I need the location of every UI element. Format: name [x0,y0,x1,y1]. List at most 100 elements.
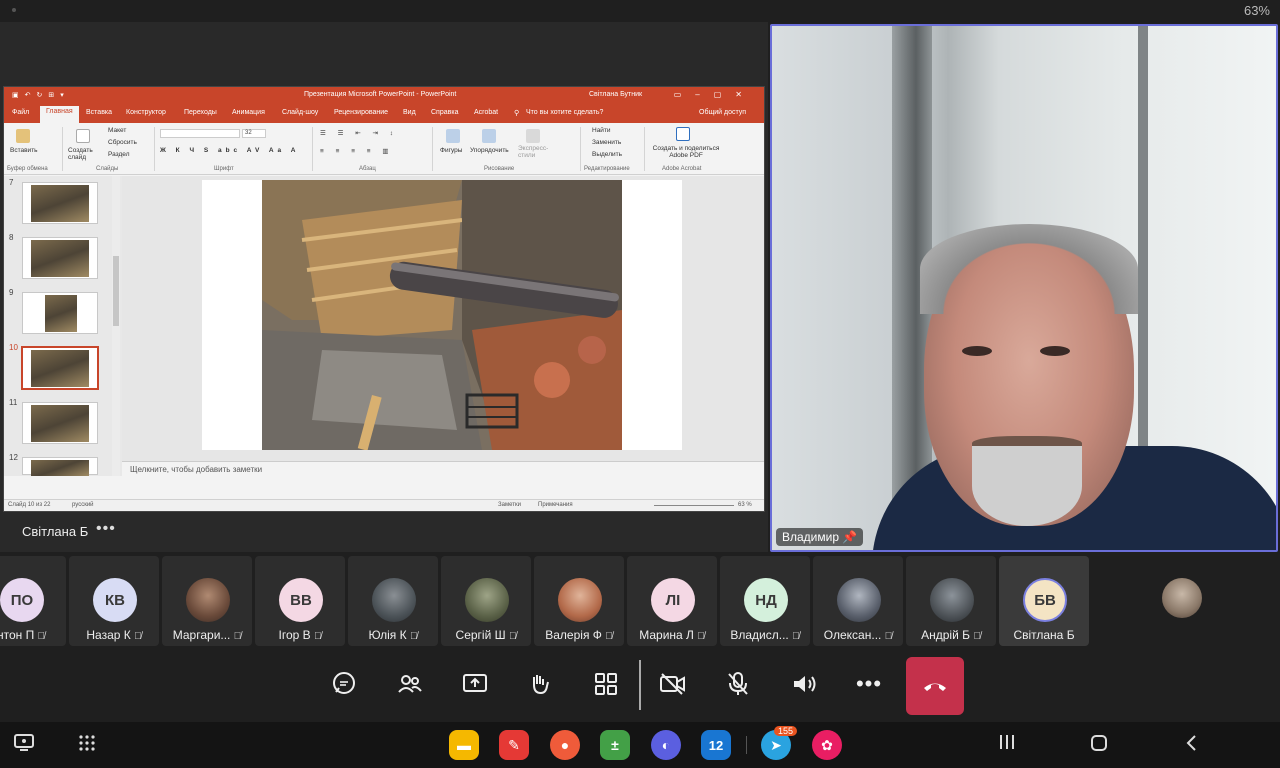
tab-view[interactable]: Вид [403,109,416,116]
find-button[interactable]: Найти [592,127,611,134]
scroll-thumb[interactable] [113,256,119,326]
participant-tile[interactable]: ВВ Ігор В 🎙̸ [255,556,345,646]
arrange-icon[interactable] [482,129,496,143]
video-tile-speaker[interactable]: Владимир 📌 [770,24,1278,552]
tab-slideshow[interactable]: Слайд-шоу [282,109,318,116]
participant-tile[interactable]: Валерія Ф 🎙̸ [534,556,624,646]
paste-icon[interactable] [16,129,30,143]
quick-styles-icon[interactable] [526,129,540,143]
speaker-icon[interactable] [786,666,822,702]
thumbnail-scrollbar[interactable] [112,176,120,476]
participant-name-text: Назар К [86,628,131,642]
tab-home[interactable]: Главная [40,106,79,123]
participant-tile[interactable] [1138,556,1228,646]
chat-icon[interactable] [326,666,362,702]
hang-up-button[interactable] [906,657,964,715]
slide-thumb-10[interactable] [21,346,99,390]
people-icon[interactable] [392,666,428,702]
slide-thumb-8[interactable] [22,237,98,279]
tab-review[interactable]: Рецензирование [334,109,388,116]
tab-transitions[interactable]: Переходы [184,109,217,116]
slide-thumb-7[interactable] [22,182,98,224]
participant-tile[interactable]: Сергій Ш 🎙̸ [441,556,531,646]
participant-tile[interactable]: Юлія К 🎙̸ [348,556,438,646]
language-indicator[interactable]: русский [72,502,94,508]
shapes-icon[interactable] [446,129,460,143]
window-controls[interactable]: ▭–▢✕ [674,90,756,99]
list-buttons[interactable]: ☰ ☰ ⇤ ⇥ ↕ [320,129,398,137]
participants-strip: ПО нтон П 🎙̸ КВ Назар К 🎙̸ Маргари... 🎙̸… [0,556,1280,646]
back-icon[interactable] [1184,734,1198,757]
group-adobe: Adobe Acrobat [662,166,702,172]
current-slide[interactable] [202,180,682,450]
tab-insert[interactable]: Вставка [86,109,112,116]
participant-tile[interactable]: ЛІ Марина Л 🎙̸ [627,556,717,646]
slide-number: 11 [9,398,18,407]
calendar-app-icon[interactable]: 12 [701,730,731,760]
layout-button[interactable]: Макет [108,127,126,134]
flower-app-icon[interactable]: ✿ [812,730,842,760]
participant-name-text: Олексан... [823,628,882,642]
new-slide-icon[interactable] [76,129,90,143]
adobe-pdf-button[interactable]: Создать и поделиться Adobe PDF [646,145,726,159]
shapes-button[interactable]: Фигуры [440,147,462,154]
slide-photo[interactable] [262,180,622,450]
tab-help[interactable]: Справка [431,109,458,116]
contacts-app-icon[interactable]: ● [550,730,580,760]
raise-hand-icon[interactable] [522,666,558,702]
ppt-statusbar: Слайд 10 из 22 русский Заметки Примечани… [4,499,764,511]
participant-tile[interactable]: Андрій Б 🎙̸ [906,556,996,646]
quick-styles-button[interactable]: Экспресс-стили [518,145,552,159]
tab-file[interactable]: Файл [12,109,29,116]
avatar-photo [186,578,230,622]
calculator-app-icon[interactable]: ± [600,730,630,760]
zoom-slider[interactable] [654,505,734,506]
adobe-pdf-icon[interactable] [676,127,690,141]
comments-toggle[interactable]: Примечания [538,502,573,508]
apps-grid-icon[interactable] [588,666,624,702]
tell-me-search[interactable]: Что вы хотите сделать? [526,109,603,116]
participant-tile[interactable]: Олексан... 🎙̸ [813,556,903,646]
pin-icon[interactable]: 📌 [842,530,857,544]
notes-pane[interactable]: Щелкните, чтобы добавить заметки [122,461,764,477]
participant-tile[interactable]: Маргари... 🎙̸ [162,556,252,646]
browser-app-icon[interactable]: ◐ [651,730,681,760]
tab-acrobat[interactable]: Acrobat [474,109,498,116]
paste-button[interactable]: Вставить [10,147,38,154]
quick-access-icons[interactable]: ▣↶↻⊞▾ [12,91,70,99]
tab-design[interactable]: Конструктор [126,109,166,116]
participant-tile-self[interactable]: БВ Світлана Б [999,556,1089,646]
participant-tile[interactable]: ПО нтон П 🎙̸ [0,556,66,646]
more-options-icon[interactable]: ••• [851,666,887,702]
slide-thumb-9[interactable] [22,292,98,334]
section-button[interactable]: Раздел [108,151,129,158]
participant-name: Ігор В 🎙̸ [255,628,345,642]
recent-apps-icon[interactable] [998,734,1016,755]
camera-off-icon[interactable] [655,666,691,702]
participant-tile[interactable]: КВ Назар К 🎙̸ [69,556,159,646]
select-button[interactable]: Выделить [592,151,622,158]
slide-thumb-11[interactable] [22,402,98,444]
font-format-buttons[interactable]: Ж К Ч S abc AV Aa A [160,147,299,154]
replace-button[interactable]: Заменить [592,139,621,146]
home-icon[interactable] [1090,734,1108,757]
notes-app-icon[interactable]: ✎ [499,730,529,760]
arrange-button[interactable]: Упорядочить [470,147,509,154]
notes-toggle[interactable]: Заметки [498,502,521,508]
screen-mirror-icon[interactable] [14,734,34,757]
font-name-input[interactable] [160,129,240,138]
tab-animation[interactable]: Анимация [232,109,265,116]
share-screen-icon[interactable] [457,666,493,702]
new-slide-button[interactable]: Создать слайд [68,147,100,161]
more-options-icon[interactable]: ••• [96,520,116,538]
share-button[interactable]: Общий доступ [699,109,746,116]
app-drawer-icon[interactable] [78,734,96,757]
font-size-input[interactable]: 32 [242,129,266,138]
slide-thumb-12[interactable] [22,457,98,476]
zoom-level[interactable]: 63 % [738,502,752,508]
participant-tile[interactable]: НД Владисл... 🎙̸ [720,556,810,646]
files-app-icon[interactable]: ▬ [449,730,479,760]
align-buttons[interactable]: ≡ ≡ ≡ ≡ ▥ [320,147,394,155]
mic-off-icon[interactable] [720,666,756,702]
reset-button[interactable]: Сбросить [108,139,137,146]
